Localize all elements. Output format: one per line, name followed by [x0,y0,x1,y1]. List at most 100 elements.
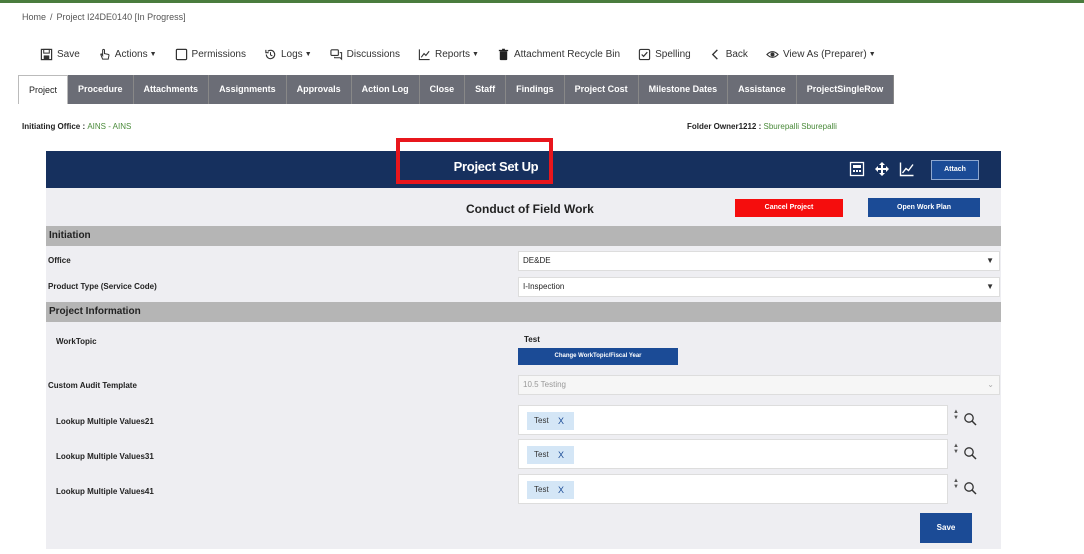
toolbar: Save Actions ▼ Permissions Logs ▼ Discussi… [40,48,894,61]
remove-chip-icon[interactable]: X [558,481,564,499]
spinner-icon[interactable]: ▲ ▼ [952,443,960,455]
tab-project[interactable]: Project [18,75,69,104]
actions-menu-button[interactable]: Actions ▼ [98,48,157,61]
tab-assistance[interactable]: Assistance [728,75,797,104]
check-box-icon [638,48,651,61]
permissions-label: Permissions [191,49,246,60]
office-select[interactable]: DE&DE ▼ [518,251,1000,271]
change-worktopic-button[interactable]: Change WorkTopic/Fiscal Year [518,348,678,365]
initiating-office: Initiating Office : AINS - AINS [22,122,131,131]
remove-chip-icon[interactable]: X [558,412,564,430]
attach-button[interactable]: Attach [931,160,979,180]
product-type-select[interactable]: I-Inspection ▼ [518,277,1000,297]
tab-assignments[interactable]: Assignments [209,75,287,104]
office-value: DE&DE [523,256,551,265]
tab-project-single-row[interactable]: ProjectSingleRow [797,75,895,104]
breadcrumb-separator: / [50,12,53,22]
tab-findings[interactable]: Findings [506,75,565,104]
chevron-down-icon: ▼ [149,51,157,58]
spelling-button[interactable]: Spelling [638,48,691,61]
initiation-section-header: Initiation [46,226,1001,246]
tab-staff[interactable]: Staff [465,75,507,104]
tab-action-log[interactable]: Action Log [352,75,420,104]
attachment-recycle-bin-button[interactable]: Attachment Recycle Bin [497,48,620,61]
save-toolbar-button[interactable]: Save [40,48,80,61]
view-as-label: View As (Preparer) [782,49,867,60]
project-setup-panel: Project Set Up Attach Conduct of Field W… [46,138,1001,549]
chart-icon [418,49,430,61]
discussions-button[interactable]: Discussions [329,48,400,61]
history-icon [265,49,276,60]
view-as-menu-button[interactable]: View As (Preparer) ▼ [766,48,876,61]
save-button[interactable]: Save [920,513,972,543]
tab-attachments[interactable]: Attachments [134,75,210,104]
spelling-label: Spelling [655,49,691,60]
back-label: Back [725,49,748,60]
initiating-office-label: Initiating Office : [22,122,86,131]
tab-milestone-dates[interactable]: Milestone Dates [639,75,729,104]
breadcrumb: Home / Project I24DE0140 [In Progress] [22,12,186,22]
tab-close[interactable]: Close [420,75,466,104]
open-work-plan-button[interactable]: Open Work Plan [868,198,980,217]
save-icon [40,48,53,61]
conduct-field-work-title: Conduct of Field Work [466,202,594,216]
tab-approvals[interactable]: Approvals [287,75,352,104]
lookup-41-field[interactable]: Test X [518,474,948,504]
spinner-icon[interactable]: ▲ ▼ [952,478,960,490]
search-icon[interactable] [963,412,977,426]
tab-project-cost[interactable]: Project Cost [565,75,639,104]
search-icon[interactable] [963,446,977,460]
chip-label: Test [534,450,549,459]
save-toolbar-label: Save [57,49,80,60]
tab-bar: Project Procedure Attachments Assignment… [18,75,895,104]
breadcrumb-home[interactable]: Home [22,12,46,22]
lookup-31-chip: Test X [527,446,574,464]
custom-audit-template-label: Custom Audit Template [48,381,137,390]
search-icon[interactable] [963,481,977,495]
chip-label: Test [534,416,549,425]
lookup-31-label: Lookup Multiple Values31 [56,452,154,461]
product-type-label: Product Type (Service Code) [48,282,157,291]
chevron-down-icon: ⌄ [987,380,994,389]
folder-owner: Folder Owner1212 : Sburepalli Sburepalli [687,122,837,131]
chevron-down-icon: ▼ [986,282,994,291]
initiating-office-value: AINS - AINS [87,122,132,131]
worktopic-label: WorkTopic [56,337,97,346]
lookup-21-field[interactable]: Test X [518,405,948,435]
chip-label: Test [534,485,549,494]
calculator-icon[interactable] [849,161,865,177]
lookup-41-chip: Test X [527,481,574,499]
discussion-icon [329,49,342,61]
back-button[interactable]: Back [709,48,748,61]
product-type-value: I-Inspection [523,282,565,291]
lookup-31-field[interactable]: Test X [518,439,948,469]
trash-icon [498,48,509,61]
recycle-bin-label: Attachment Recycle Bin [513,49,621,60]
lookup-21-chip: Test X [527,412,574,430]
actions-label: Actions [114,49,148,60]
breadcrumb-project: Project I24DE0140 [In Progress] [56,12,186,22]
move-icon[interactable] [874,161,890,177]
trend-chart-icon[interactable] [899,161,915,177]
folder-owner-label: Folder Owner1212 : [687,122,762,131]
logs-label: Logs [281,49,303,60]
chevron-down-icon: ▼ [986,256,994,265]
discussions-label: Discussions [346,49,400,60]
eye-icon [766,51,779,58]
square-icon [175,48,187,61]
remove-chip-icon[interactable]: X [558,446,564,464]
spinner-icon[interactable]: ▲ ▼ [952,409,960,421]
logs-menu-button[interactable]: Logs ▼ [264,48,312,61]
office-label: Office [48,256,71,265]
reports-menu-button[interactable]: Reports ▼ [418,48,479,61]
permissions-button[interactable]: Permissions [175,48,246,61]
tab-procedure[interactable]: Procedure [68,75,134,104]
lookup-41-label: Lookup Multiple Values41 [56,487,154,496]
folder-owner-value: Sburepalli Sburepalli [763,122,837,131]
chevron-down-icon: ▼ [868,51,876,58]
back-icon [711,49,718,60]
chevron-down-icon: ▼ [304,51,312,58]
cancel-project-button[interactable]: Cancel Project [735,199,843,217]
worktopic-value: Test [524,335,540,344]
custom-audit-template-select: 10.5 Testing ⌄ [518,375,1000,395]
